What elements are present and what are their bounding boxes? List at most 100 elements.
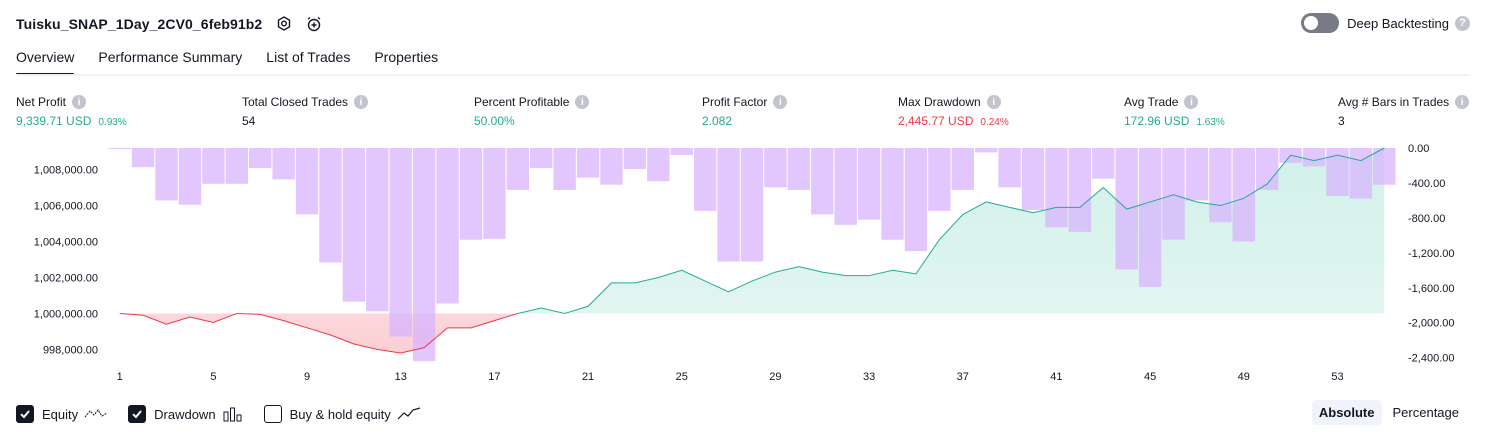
x-axis-tick-label: 17 <box>488 371 500 383</box>
drawdown-bar <box>459 148 483 240</box>
display-mode-switch: Absolute Percentage <box>1311 400 1467 425</box>
drawdown-bar <box>1185 148 1209 201</box>
metric-value: 50.00% <box>474 114 515 128</box>
drawdown-bar <box>342 148 366 302</box>
info-icon[interactable]: i <box>773 95 788 109</box>
chart-legend: Equity Drawdown Buy & hold equity <box>16 404 441 424</box>
info-icon[interactable]: i <box>354 95 369 109</box>
x-axis-tick-label: 21 <box>582 371 594 383</box>
metric-label: Avg # Bars in Trades <box>1338 95 1450 109</box>
info-icon[interactable]: i <box>575 95 590 109</box>
absolute-button[interactable]: Absolute <box>1311 400 1382 425</box>
metric-value: 3 <box>1338 114 1345 128</box>
metric-label: Max Drawdown <box>898 95 981 109</box>
x-axis-tick-label: 1 <box>117 371 123 383</box>
equity-drawdown-chart[interactable]: 998,000.00 1,000,000.00 1,002,000.00 1,004,… <box>0 140 1486 394</box>
drawdown-bar <box>1373 148 1396 185</box>
tab-bar: Overview Performance Summary List of Tra… <box>16 46 462 76</box>
deep-backtesting-help-icon[interactable]: ? <box>1455 15 1470 31</box>
drawdown-bar <box>693 148 717 211</box>
drawdown-bar <box>553 148 576 190</box>
legend-buy-hold[interactable]: Buy & hold equity <box>263 405 421 423</box>
tab-overview[interactable]: Overview <box>16 46 75 76</box>
drawdown-bar <box>1349 148 1373 199</box>
drawdown-checkbox[interactable] <box>128 405 147 423</box>
drawdown-bar <box>366 148 389 312</box>
left-axis-tick-label: 1,004,000.00 <box>34 237 98 249</box>
drawdown-bar <box>623 148 647 169</box>
drawdown-bar <box>576 148 600 178</box>
drawdown-bar <box>857 148 881 220</box>
drawdown-bar <box>1021 148 1045 211</box>
drawdown-bar <box>108 148 131 149</box>
left-axis-tick-label: 1,002,000.00 <box>34 272 98 284</box>
metric-label: Total Closed Trades <box>242 95 349 109</box>
drawdown-bar <box>834 148 857 225</box>
drawdown-bar <box>530 148 553 169</box>
drawdown-bar <box>881 148 904 240</box>
legend-drawdown[interactable]: Drawdown <box>128 405 243 423</box>
drawdown-bar <box>225 148 249 184</box>
right-axis-tick-label: -1,200.00 <box>1408 248 1454 260</box>
metric-label: Percent Profitable <box>474 95 570 109</box>
drawdown-bar <box>740 148 764 262</box>
metric-percent: 0.24% <box>980 117 1009 128</box>
equity-checkbox[interactable] <box>16 405 34 423</box>
buy-hold-checkbox[interactable] <box>263 405 282 423</box>
settings-icon[interactable] <box>272 12 296 36</box>
drawdown-bar <box>717 148 740 262</box>
drawdown-bar <box>155 148 178 201</box>
info-icon[interactable]: i <box>986 95 1001 109</box>
drawdown-bars-icon <box>222 406 244 422</box>
metric-percent: 0.93% <box>98 117 127 128</box>
drawdown-bar <box>647 148 670 182</box>
drawdown-bar <box>483 148 506 239</box>
buy-hold-label: Buy & hold equity <box>289 406 391 422</box>
right-axis-tick-label: 0.00 <box>1408 143 1429 155</box>
left-axis-tick-label: 1,008,000.00 <box>34 165 98 177</box>
deep-backtesting: Deep Backtesting ? <box>1301 13 1470 33</box>
tabs-divider <box>16 74 1470 76</box>
info-icon[interactable]: i <box>72 95 87 109</box>
deep-backtesting-toggle[interactable] <box>1301 13 1340 33</box>
equity-line-icon <box>84 406 108 422</box>
add-alert-icon[interactable] <box>302 12 326 36</box>
left-axis-tick-label: 998,000.00 <box>43 344 98 356</box>
info-icon[interactable]: i <box>1184 95 1199 109</box>
drawdown-bar <box>1068 148 1092 232</box>
drawdown-bar <box>1138 148 1162 287</box>
x-axis-tick-label: 13 <box>395 371 407 383</box>
legend-equity[interactable]: Equity <box>16 405 108 423</box>
right-axis-tick-label: -800.00 <box>1408 213 1445 225</box>
drawdown-bar <box>951 148 974 190</box>
x-axis-tick-label: 37 <box>957 371 969 383</box>
drawdown-bar <box>131 148 155 168</box>
drawdown-bar <box>249 148 272 169</box>
right-axis-tick-label: -2,000.00 <box>1408 318 1454 330</box>
metric-percent: 1.63% <box>1196 117 1225 128</box>
tab-performance-summary[interactable]: Performance Summary <box>98 46 242 76</box>
drawdown-bar <box>506 148 530 190</box>
title-row: Tuisku_SNAP_1Day_2CV0_6feb91b2 <box>16 12 326 36</box>
drawdown-bar <box>811 148 834 215</box>
drawdown-bar <box>1302 148 1326 167</box>
info-icon[interactable]: i <box>1455 95 1470 109</box>
drawdown-bar <box>1162 148 1185 240</box>
drawdown-bar <box>436 148 459 304</box>
drawdown-bar <box>295 148 319 215</box>
metric-label: Profit Factor <box>702 95 768 109</box>
percentage-button[interactable]: Percentage <box>1386 400 1467 425</box>
right-axis-tick-label: -2,400.00 <box>1408 353 1454 365</box>
left-axis-tick-label: 1,006,000.00 <box>34 201 98 213</box>
tab-list-of-trades[interactable]: List of Trades <box>266 46 350 76</box>
x-axis-tick-label: 53 <box>1331 371 1343 383</box>
drawdown-bar <box>787 148 811 190</box>
x-axis-tick-label: 9 <box>304 371 310 383</box>
drawdown-bar <box>1232 148 1255 242</box>
right-axis-tick-label: -400.00 <box>1408 178 1445 190</box>
x-axis-tick-label: 49 <box>1238 371 1250 383</box>
drawdown-bar <box>974 148 998 153</box>
drawdown-bar <box>202 148 225 184</box>
tab-properties[interactable]: Properties <box>374 46 438 76</box>
drawdown-bar <box>389 148 412 337</box>
